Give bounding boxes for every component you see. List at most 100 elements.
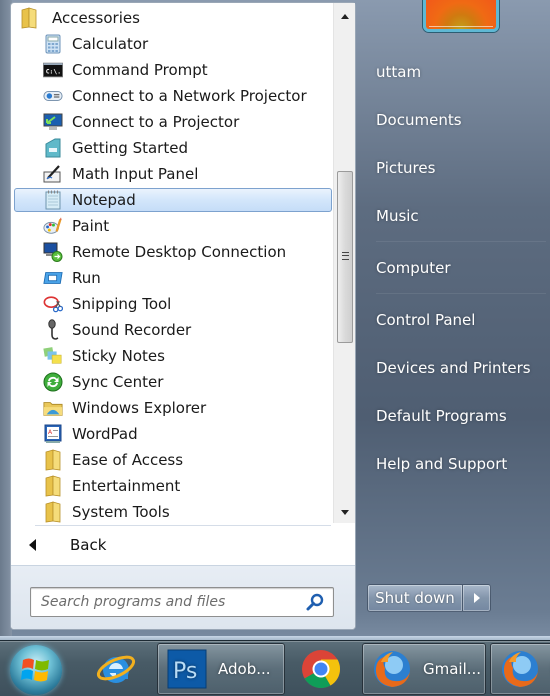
taskbar-pinned-chrome[interactable] (289, 643, 353, 695)
program-label: Connect to a Projector (72, 113, 240, 131)
program-item-getting-started[interactable]: Getting Started (14, 136, 332, 160)
grip-icon (342, 252, 349, 260)
shutdown-group: Shut down (367, 584, 491, 612)
folder-entertainment[interactable]: Entertainment (14, 474, 332, 498)
snipping-tool-icon (43, 294, 63, 314)
svg-text:Ps: Ps (173, 659, 197, 684)
right-item-computer[interactable]: Computer (376, 259, 451, 277)
program-item-paint[interactable]: Paint (14, 214, 332, 238)
search-box[interactable] (30, 587, 334, 617)
program-item-sticky-notes[interactable]: Sticky Notes (14, 344, 332, 368)
program-label: Math Input Panel (72, 165, 199, 183)
program-item-sync-center[interactable]: Sync Center (14, 370, 332, 394)
folder-icon (43, 475, 63, 497)
program-item-command-prompt[interactable]: C:\. Command Prompt (14, 58, 332, 82)
program-label: Sync Center (72, 373, 164, 391)
remote-desktop-icon (43, 242, 63, 262)
projector-icon (43, 112, 63, 132)
task-label: Adob... (218, 660, 271, 678)
network-projector-icon (43, 86, 63, 106)
program-label: Sticky Notes (72, 347, 165, 365)
windows-logo-icon (21, 658, 49, 682)
internet-explorer-icon (96, 655, 136, 683)
sync-center-icon (43, 372, 63, 392)
program-label: Windows Explorer (72, 399, 207, 417)
program-item-windows-explorer[interactable]: Windows Explorer (14, 396, 332, 420)
back-label: Back (70, 536, 107, 554)
taskbar-pinned-internet-explorer[interactable] (84, 643, 148, 695)
program-label: WordPad (72, 425, 138, 443)
folder-system-tools[interactable]: System Tools (14, 500, 332, 523)
right-item-control-panel[interactable]: Control Panel (376, 311, 475, 329)
taskbar-task-firefox-gmail[interactable]: Gmail... (362, 643, 486, 695)
search-input[interactable] (31, 594, 303, 610)
folder-icon (19, 7, 39, 29)
scroll-up-button[interactable] (334, 7, 356, 25)
taskbar-task-firefox-2[interactable]: D (490, 643, 550, 695)
getting-started-icon (43, 138, 63, 158)
chrome-icon (302, 650, 341, 689)
program-label: Run (72, 269, 101, 287)
program-item-projector[interactable]: Connect to a Projector (14, 110, 332, 134)
calculator-icon (43, 34, 63, 54)
right-separator (376, 241, 546, 242)
shutdown-button[interactable]: Shut down (367, 584, 463, 612)
taskbar-task-photoshop[interactable]: Ps Adob... (157, 643, 285, 695)
program-label: Paint (72, 217, 110, 235)
right-item-documents[interactable]: Documents (376, 111, 462, 129)
programs-list: Accessories Calculator C:\. Command Prom… (11, 3, 333, 523)
right-item-devices-printers[interactable]: Devices and Printers (376, 359, 531, 377)
program-item-snipping-tool[interactable]: Snipping Tool (14, 292, 332, 316)
paint-icon (43, 216, 63, 236)
command-prompt-icon: C:\. (43, 60, 63, 80)
program-label: Getting Started (72, 139, 188, 157)
folder-ease-of-access[interactable]: Ease of Access (14, 448, 332, 472)
right-item-music[interactable]: Music (376, 207, 419, 225)
sticky-notes-icon (43, 346, 63, 366)
search-icon[interactable] (303, 590, 327, 614)
microphone-icon (43, 319, 63, 340)
right-item-default-programs[interactable]: Default Programs (376, 407, 507, 425)
taskbar: Ps Adob... Gmail... D (0, 640, 550, 696)
program-item-remote-desktop[interactable]: Remote Desktop Connection (14, 240, 332, 264)
right-item-pictures[interactable]: Pictures (376, 159, 435, 177)
right-item-help-support[interactable]: Help and Support (376, 455, 507, 473)
program-item-calculator[interactable]: Calculator (14, 32, 332, 56)
user-picture[interactable] (423, 0, 499, 32)
start-button[interactable] (10, 645, 62, 695)
wordpad-icon: A (43, 424, 63, 444)
programs-divider (35, 525, 331, 526)
program-item-wordpad[interactable]: A WordPad (14, 422, 332, 446)
folder-icon (43, 449, 63, 471)
search-area (11, 565, 355, 629)
program-label: Sound Recorder (72, 321, 192, 339)
back-arrow-icon (29, 539, 36, 551)
program-item-network-projector[interactable]: Connect to a Network Projector (14, 84, 332, 108)
program-item-sound-recorder[interactable]: Sound Recorder (14, 318, 332, 342)
scroll-down-button[interactable] (334, 503, 356, 521)
shutdown-options-button[interactable] (463, 584, 491, 612)
svg-text:C:\.: C:\. (46, 69, 61, 76)
program-item-run[interactable]: Run (14, 266, 332, 290)
windows-explorer-icon (43, 398, 63, 418)
firefox-icon (374, 651, 410, 687)
chevron-up-icon (341, 13, 349, 19)
program-label: Remote Desktop Connection (72, 243, 287, 261)
chevron-down-icon (341, 509, 349, 515)
run-icon (43, 268, 63, 288)
scroll-thumb[interactable] (337, 171, 353, 343)
program-label: Calculator (72, 35, 149, 53)
program-item-math-input-panel[interactable]: Math Input Panel (14, 162, 332, 186)
right-item-user[interactable]: uttam (376, 63, 421, 81)
program-label: Snipping Tool (72, 295, 172, 313)
program-label: Entertainment (72, 477, 181, 495)
chevron-right-icon (473, 593, 480, 603)
right-separator (376, 293, 546, 294)
programs-scrollbar[interactable] (333, 3, 355, 523)
back-button[interactable]: Back (19, 530, 339, 560)
program-item-notepad[interactable]: Notepad (14, 188, 332, 212)
folder-accessories[interactable]: Accessories (14, 6, 332, 30)
program-label: Command Prompt (72, 61, 208, 79)
folder-label: Accessories (52, 9, 140, 27)
program-label: Notepad (72, 191, 136, 209)
